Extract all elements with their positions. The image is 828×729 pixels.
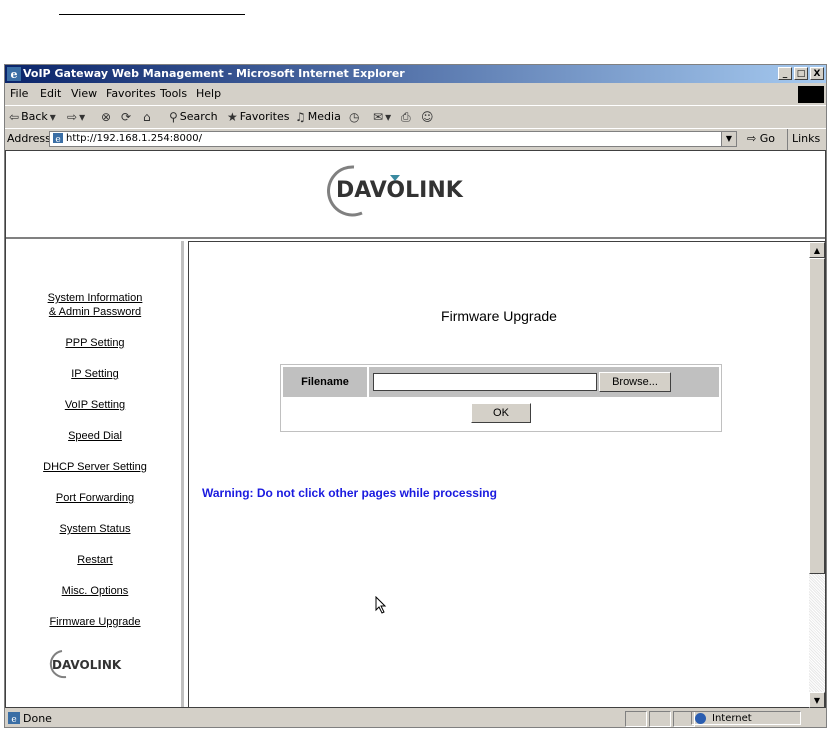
- close-button[interactable]: X: [810, 67, 824, 80]
- page-title: Firmware Upgrade: [441, 308, 557, 324]
- refresh-icon: ⟳: [121, 110, 132, 124]
- media-icon: ♫: [295, 110, 306, 124]
- filename-cell: Browse...: [369, 367, 719, 397]
- globe-icon: [695, 713, 706, 724]
- svg-text:e: e: [55, 135, 60, 144]
- mail-icon: ✉: [373, 110, 384, 124]
- messenger-icon: ☺: [421, 110, 434, 124]
- browser-window: e VoIP Gateway Web Management - Microsof…: [4, 64, 827, 728]
- menu-file[interactable]: File: [10, 84, 28, 103]
- status-text: Done: [23, 712, 52, 725]
- toolbar: ⇦ Back ▾ ⇨ ▾ ⊗ ⟳ ⌂ ⚲ Search ★ Favorites …: [5, 105, 826, 128]
- title-bar: e VoIP Gateway Web Management - Microsof…: [5, 65, 826, 83]
- dropdown-icon: ▾: [49, 110, 56, 124]
- davolink-logo: DAVOLINK: [327, 165, 464, 217]
- messenger-button[interactable]: ☺: [421, 106, 434, 128]
- mail-button[interactable]: ✉ ▾: [373, 106, 391, 128]
- page-icon: e: [53, 133, 63, 144]
- nav-firmware-upgrade[interactable]: Firmware Upgrade: [10, 615, 180, 629]
- history-icon: ◷: [349, 110, 360, 124]
- status-bar: e Done Internet: [5, 710, 826, 727]
- dropdown-icon: ▾: [385, 110, 392, 124]
- mouse-cursor-icon: [375, 596, 387, 614]
- menu-view[interactable]: View: [71, 84, 97, 103]
- nav-misc-options[interactable]: Misc. Options: [10, 584, 180, 598]
- svg-text:e: e: [11, 68, 18, 81]
- header-frame: DAVOLINK: [6, 151, 825, 239]
- search-icon: ⚲: [169, 110, 178, 124]
- davolink-small-logo: DAVOLINK: [49, 650, 122, 679]
- menu-edit[interactable]: Edit: [40, 84, 61, 103]
- window-title: VoIP Gateway Web Management - Microsoft …: [23, 67, 405, 80]
- nav-voip-setting[interactable]: VoIP Setting: [10, 398, 180, 412]
- menu-tools[interactable]: Tools: [160, 84, 187, 103]
- nav-ip-setting[interactable]: IP Setting: [10, 367, 180, 381]
- media-button[interactable]: ♫ Media: [295, 106, 341, 128]
- scroll-thumb[interactable]: [809, 258, 825, 574]
- svg-text:e: e: [11, 715, 16, 724]
- minimize-button[interactable]: _: [778, 67, 792, 80]
- svg-text:DAVOLINK: DAVOLINK: [52, 658, 122, 672]
- security-zone: Internet: [691, 711, 801, 725]
- address-bar: Address e http://192.168.1.254:8000/ ▼ ⇨ …: [5, 128, 826, 169]
- address-url: http://192.168.1.254:8000/: [66, 133, 202, 144]
- back-arrow-icon: ⇦: [9, 110, 20, 124]
- browse-button[interactable]: Browse...: [599, 372, 671, 392]
- menu-bar: File Edit View Favorites Tools Help: [5, 84, 826, 103]
- page-content: DAVOLINK System Information & Admin Pass…: [5, 150, 826, 708]
- search-button[interactable]: ⚲ Search: [169, 106, 218, 128]
- windows-logo-icon: [798, 86, 824, 103]
- ok-button[interactable]: OK: [471, 403, 531, 423]
- main-frame: Firmware Upgrade Filename Browse... OK W…: [188, 241, 825, 708]
- home-button[interactable]: ⌂: [143, 106, 151, 128]
- stop-icon: ⊗: [101, 110, 112, 124]
- menu-favorites[interactable]: Favorites: [106, 84, 156, 103]
- history-button[interactable]: ◷: [349, 106, 359, 128]
- nav-port-forwarding[interactable]: Port Forwarding: [10, 491, 180, 505]
- back-button[interactable]: ⇦ Back ▾: [9, 106, 56, 128]
- nav-restart[interactable]: Restart: [10, 553, 180, 567]
- status-panels: [625, 711, 697, 727]
- forward-button[interactable]: ⇨ ▾: [67, 106, 85, 128]
- forward-arrow-icon: ⇨: [67, 110, 78, 124]
- scroll-up-button[interactable]: ▲: [809, 242, 825, 258]
- page-status-icon: e: [8, 712, 20, 724]
- filename-input[interactable]: [373, 373, 597, 391]
- favorites-button[interactable]: ★ Favorites: [227, 106, 289, 128]
- ie-icon: e: [7, 67, 21, 81]
- menu-help[interactable]: Help: [196, 84, 221, 103]
- address-input[interactable]: e http://192.168.1.254:8000/ ▼: [49, 131, 737, 147]
- nav-admin-password[interactable]: & Admin Password: [10, 305, 180, 319]
- refresh-button[interactable]: ⟳: [121, 106, 131, 128]
- filename-label: Filename: [283, 367, 367, 397]
- print-button[interactable]: ⎙: [401, 106, 411, 128]
- dropdown-icon: ▾: [79, 110, 86, 124]
- warning-text: Warning: Do not click other pages while …: [202, 486, 497, 500]
- go-arrow-icon: ⇨: [747, 132, 757, 145]
- stop-button[interactable]: ⊗: [101, 106, 111, 128]
- vertical-scrollbar[interactable]: ▲ ▼: [809, 242, 825, 708]
- maximize-button[interactable]: □: [794, 67, 808, 80]
- scroll-down-button[interactable]: ▼: [809, 692, 825, 708]
- nav-frame: System Information & Admin Password PPP …: [6, 241, 184, 707]
- svg-text:DAVOLINK: DAVOLINK: [336, 178, 464, 203]
- home-icon: ⌂: [143, 110, 151, 124]
- favorites-icon: ★: [227, 110, 238, 124]
- print-icon: ⎙: [401, 110, 411, 124]
- upload-form: Filename Browse... OK: [280, 364, 722, 432]
- go-button[interactable]: ⇨ Go: [747, 129, 775, 149]
- nav-system-status[interactable]: System Status: [10, 522, 180, 536]
- nav-speed-dial[interactable]: Speed Dial: [10, 429, 180, 443]
- nav-ppp-setting[interactable]: PPP Setting: [10, 336, 180, 350]
- address-dropdown-button[interactable]: ▼: [721, 132, 736, 146]
- address-label: Address: [7, 132, 51, 145]
- nav-dhcp-server-setting[interactable]: DHCP Server Setting: [10, 460, 180, 474]
- nav-system-information[interactable]: System Information: [10, 291, 180, 305]
- document-underline: [59, 14, 245, 15]
